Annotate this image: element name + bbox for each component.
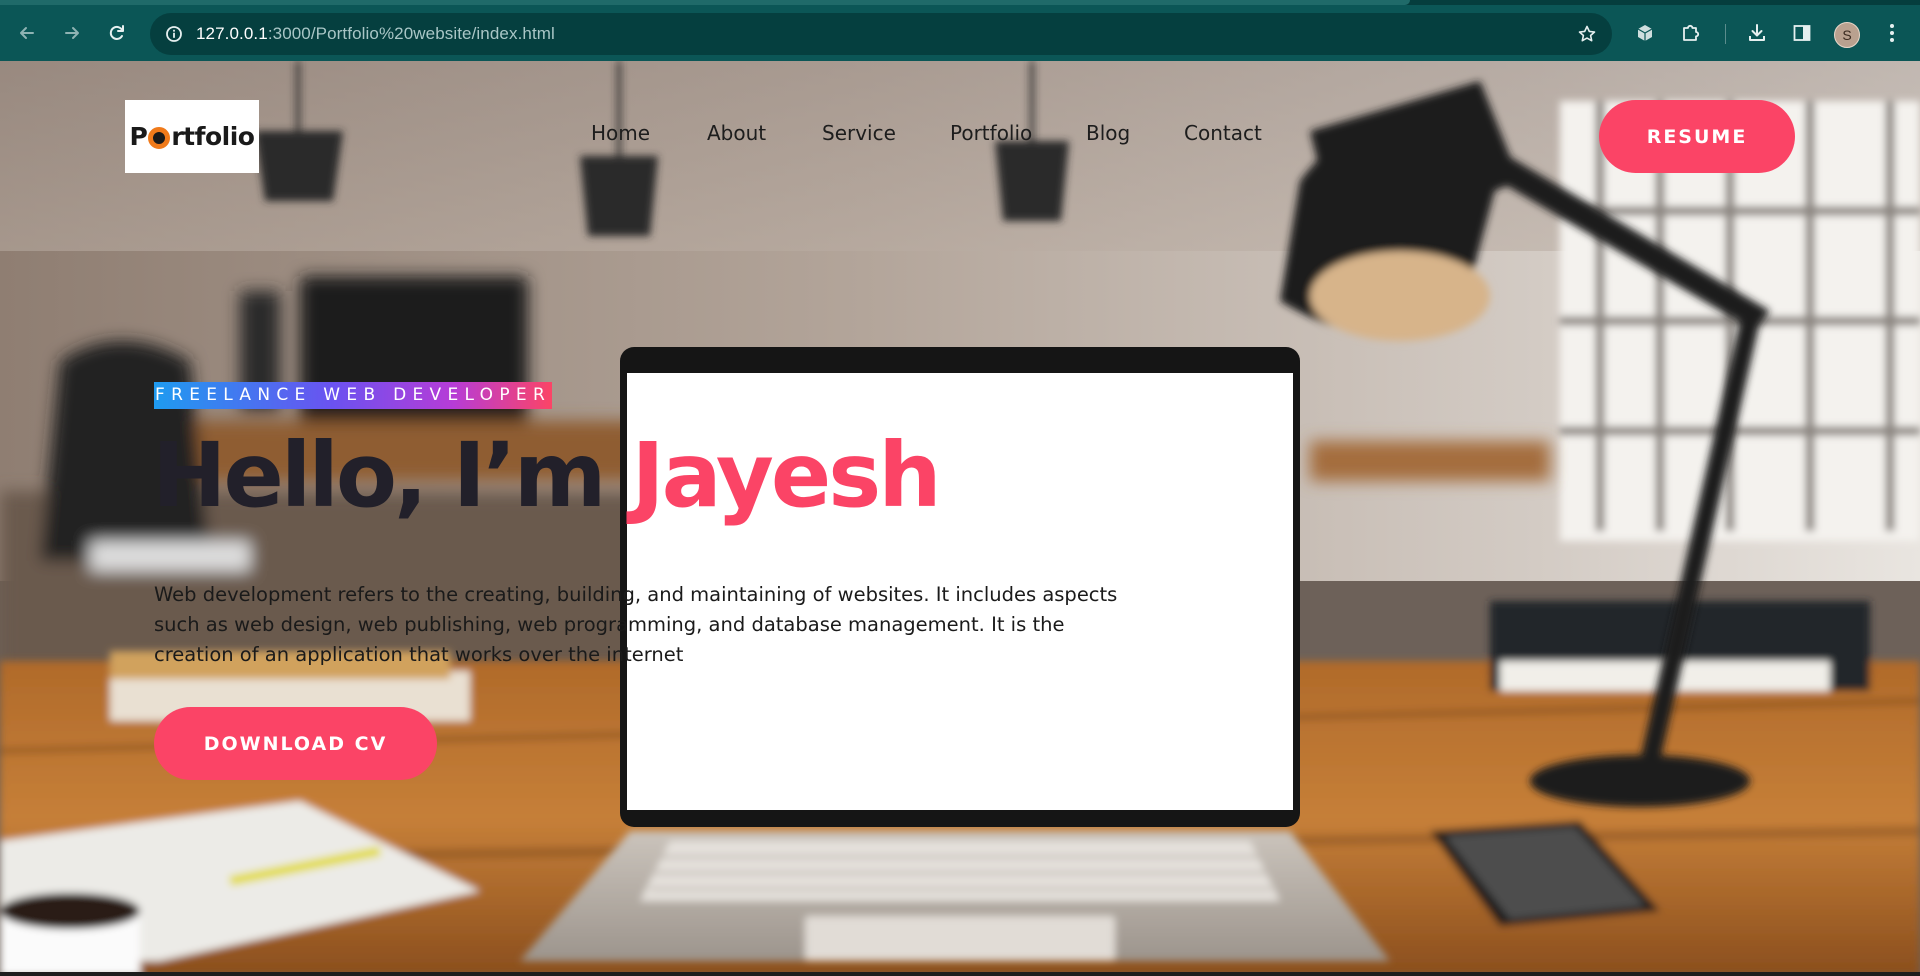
reload-button[interactable]: [99, 15, 135, 51]
back-button[interactable]: [9, 15, 45, 51]
site-logo[interactable]: Prtfolio: [125, 100, 259, 173]
nav-link-home[interactable]: Home: [591, 121, 707, 151]
nav-link-about[interactable]: About: [707, 121, 822, 151]
web-page: Prtfolio Home About Service Portfolio Bl…: [0, 61, 1920, 976]
arrow-left-icon: [20, 27, 34, 39]
browser-toolbar: 127.0.0.1:3000/Portfolio%20website/index…: [0, 5, 1920, 61]
url-host: 127.0.0.1: [196, 24, 268, 43]
download-icon: [1749, 24, 1765, 41]
extension-button[interactable]: [1630, 18, 1660, 48]
logo-o-icon: [148, 126, 171, 149]
hero-title-greeting: Hello, I’m: [152, 423, 632, 527]
hero-description: Web development refers to the creating, …: [154, 583, 1118, 666]
extensions-button[interactable]: [1676, 18, 1706, 48]
bookmark-button[interactable]: [1574, 21, 1600, 47]
nav-link-blog[interactable]: Blog: [1086, 121, 1184, 151]
kebab-menu-icon: [1890, 24, 1894, 42]
main-nav: Home About Service Portfolio Blog Contac…: [591, 121, 1284, 151]
cube-icon: [1637, 25, 1653, 41]
browser-menu-button[interactable]: [1877, 18, 1907, 48]
hero-title-name: Jayesh: [631, 423, 941, 527]
star-icon: [1578, 25, 1596, 42]
side-panel-icon: [1793, 25, 1811, 41]
arrow-right-icon: [65, 27, 79, 39]
profile-avatar[interactable]: S: [1834, 22, 1860, 48]
downloads-button[interactable]: [1742, 18, 1772, 48]
download-cv-button[interactable]: DOWNLOAD CV: [154, 707, 437, 780]
page-bottom-edge: [0, 972, 1920, 976]
site-info-button[interactable]: [160, 20, 188, 48]
resume-button[interactable]: RESUME: [1599, 100, 1795, 173]
hero-title: Hello, I’m Jayesh: [152, 431, 942, 520]
puzzle-icon: [1683, 24, 1700, 41]
address-bar[interactable]: 127.0.0.1:3000/Portfolio%20website/index…: [150, 13, 1612, 55]
forward-button[interactable]: [54, 15, 90, 51]
nav-link-portfolio[interactable]: Portfolio: [950, 121, 1086, 151]
nav-link-contact[interactable]: Contact: [1184, 121, 1284, 151]
url-text[interactable]: 127.0.0.1:3000/Portfolio%20website/index…: [196, 24, 555, 44]
logo-wordmark: Prtfolio: [130, 122, 255, 151]
url-path: :3000/Portfolio%20website/index.html: [267, 24, 555, 43]
logo-letters-rest: rtfolio: [171, 122, 255, 151]
info-icon: [166, 26, 182, 42]
reload-icon: [109, 25, 124, 40]
side-panel-button[interactable]: [1787, 18, 1817, 48]
nav-link-service[interactable]: Service: [822, 121, 950, 151]
hero-tagline: FREELANCE WEB DEVELOPER: [154, 382, 553, 409]
toolbar-divider: [1725, 24, 1726, 44]
logo-letter-p: P: [129, 122, 148, 151]
